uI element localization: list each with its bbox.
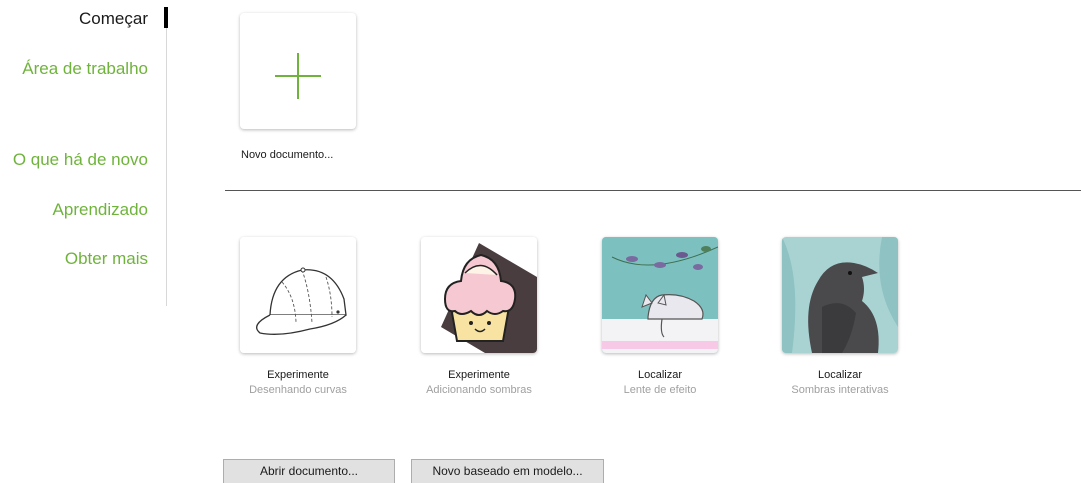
new-from-template-button[interactable]: Novo baseado em modelo...: [411, 459, 604, 483]
cap-thumbnail: [240, 237, 356, 353]
sidebar-item-comecar[interactable]: Começar: [79, 9, 148, 29]
sidebar-item-area-de-trabalho[interactable]: Área de trabalho: [22, 59, 148, 79]
card-subtitle: Sombras interativas: [791, 384, 889, 396]
open-document-button[interactable]: Abrir documento...: [223, 459, 395, 483]
card-title: Experimente: [448, 369, 510, 381]
card-drawing-curves[interactable]: [240, 237, 356, 353]
sidebar-item-aprendizado[interactable]: Aprendizado: [53, 200, 148, 220]
card-title: Localizar: [637, 369, 683, 381]
new-document-tile[interactable]: [240, 13, 356, 129]
card-interactive-shadows[interactable]: [782, 237, 898, 353]
card-subtitle: Desenhando curvas: [249, 384, 347, 396]
card-subtitle: Adicionando sombras: [426, 384, 532, 396]
card-effect-lens[interactable]: [602, 237, 718, 353]
card-title: Experimente: [267, 369, 329, 381]
sidebar-divider: [166, 28, 167, 306]
card-title: Localizar: [817, 369, 863, 381]
card-adding-shadows[interactable]: [421, 237, 537, 353]
sidebar-item-o-que-ha-de-novo[interactable]: O que há de novo: [13, 150, 148, 170]
sidebar-item-obter-mais[interactable]: Obter mais: [65, 249, 148, 269]
plus-icon: [275, 53, 321, 99]
cat-thumbnail: [602, 237, 718, 353]
cupcake-thumbnail: [421, 237, 537, 353]
raven-thumbnail: [782, 237, 898, 353]
section-divider: [225, 190, 1081, 191]
card-subtitle: Lente de efeito: [623, 384, 697, 396]
new-document-label[interactable]: Novo documento...: [241, 149, 333, 161]
active-indicator: [164, 7, 168, 28]
